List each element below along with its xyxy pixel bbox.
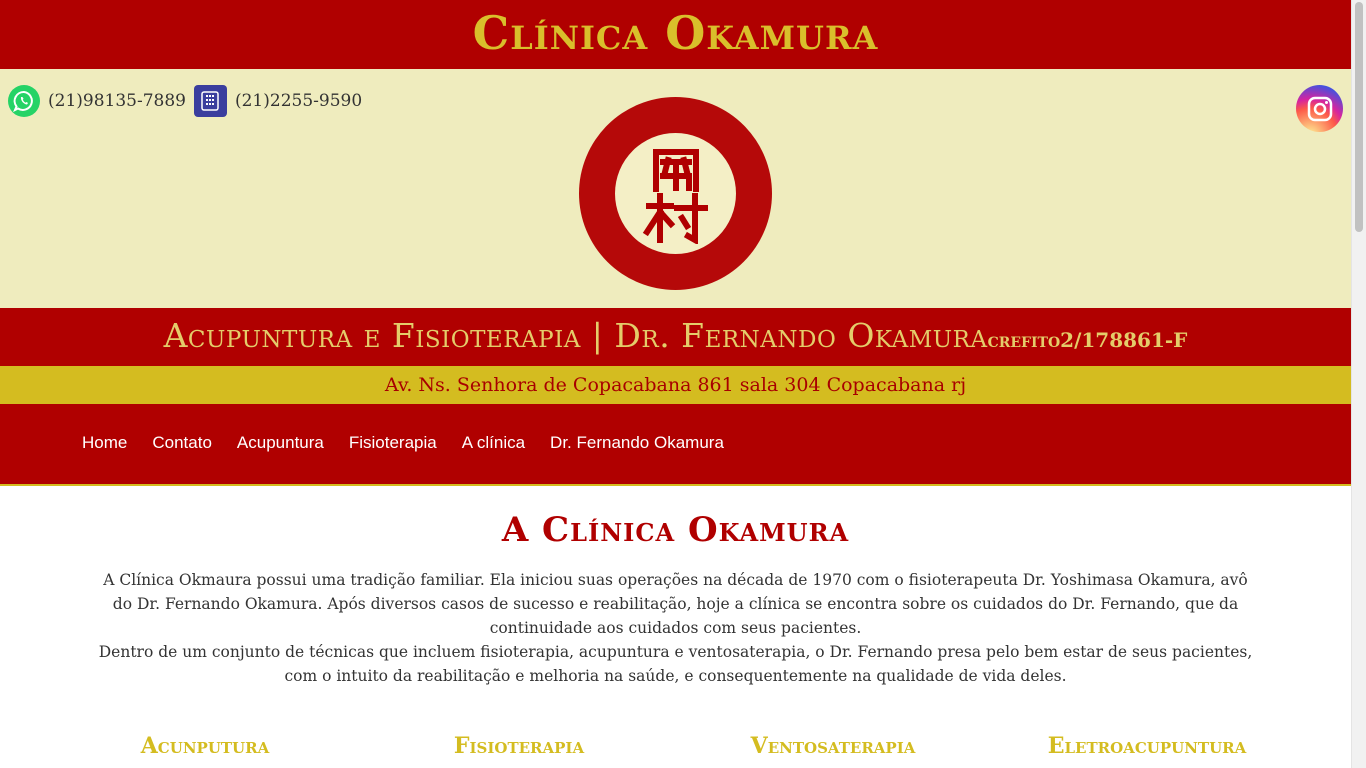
address-bar: Av. Ns. Senhora de Copacabana 861 sala 3…: [0, 366, 1351, 404]
nav-a-clinica[interactable]: A clínica: [462, 433, 525, 453]
intro-paragraph: A Clínica Okmaura possui uma tradição fa…: [103, 571, 1248, 637]
site-title: Clínica Okamura: [472, 6, 879, 60]
phone-number[interactable]: (21)2255-9590: [235, 91, 362, 111]
main-content: A Clínica Okamura A Clínica Okmaura poss…: [0, 486, 1351, 759]
phone-icon[interactable]: [193, 85, 227, 117]
clinic-logo: [579, 97, 772, 290]
service-fisioterapia[interactable]: Fisioterapia: [362, 732, 676, 760]
address-text: Av. Ns. Senhora de Copacabana 861 sala 3…: [384, 374, 967, 396]
service-acupuntura[interactable]: Acunputura: [48, 732, 362, 760]
header-band: (21)98135-7889 (21)2255-9590: [0, 69, 1351, 308]
nav-home[interactable]: Home: [82, 433, 127, 453]
logo-inner: [615, 133, 736, 254]
scrollbar-thumb[interactable]: [1355, 2, 1363, 232]
scrollbar[interactable]: [1351, 0, 1366, 768]
instagram-icon[interactable]: [1296, 85, 1343, 132]
subtitle-bar: Acupuntura e Fisioterapia | Dr. Fernando…: [0, 308, 1351, 366]
top-bar: Clínica Okamura: [0, 0, 1351, 69]
logo-characters: [642, 148, 708, 244]
nav-contato[interactable]: Contato: [152, 433, 212, 453]
whatsapp-icon[interactable]: [8, 85, 40, 117]
service-ventosaterapia[interactable]: Ventosaterapia: [676, 732, 990, 760]
nav-bar: Home Contato Acupuntura Fisioterapia A c…: [0, 404, 1351, 486]
nav-dr-fernando[interactable]: Dr. Fernando Okamura: [550, 433, 724, 453]
service-eletroacupuntura[interactable]: Eletroacupuntura: [990, 732, 1304, 760]
crefito-number: crefito2/178861-F: [987, 328, 1188, 352]
nav-fisioterapia[interactable]: Fisioterapia: [349, 433, 437, 453]
page: Clínica Okamura (21)98135-7889 (21)2255-…: [0, 0, 1351, 768]
main-nav: Home Contato Acupuntura Fisioterapia A c…: [82, 433, 749, 453]
contacts: (21)98135-7889 (21)2255-9590: [8, 85, 362, 117]
section-title: A Clínica Okamura: [501, 510, 850, 550]
subtitle-text: Acupuntura e Fisioterapia | Dr. Fernando…: [163, 316, 988, 355]
intro-text: A Clínica Okmaura possui uma tradição fa…: [96, 568, 1256, 688]
whatsapp-number[interactable]: (21)98135-7889: [48, 91, 186, 111]
intro-paragraph: Dentro de um conjunto de técnicas que in…: [98, 643, 1253, 685]
nav-acupuntura[interactable]: Acupuntura: [237, 433, 324, 453]
